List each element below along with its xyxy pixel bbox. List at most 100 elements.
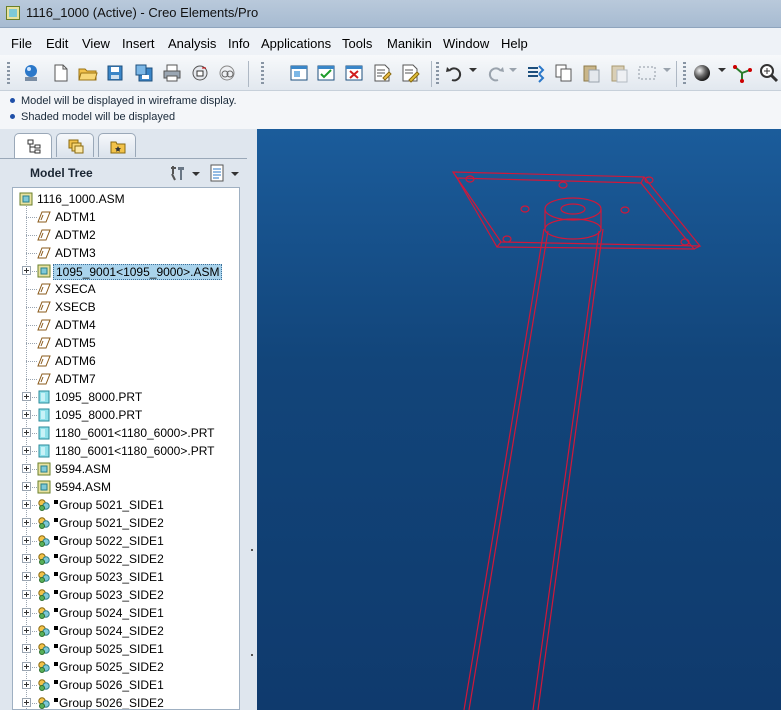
expand-icon[interactable] [22,554,31,563]
expand-icon[interactable] [22,410,31,419]
tab-model-tree[interactable] [14,133,52,159]
tree-row[interactable]: ADTM3 [13,244,239,262]
save-icon[interactable] [104,62,126,84]
paste-icon[interactable] [581,62,603,84]
expand-icon[interactable] [22,590,31,599]
tree-row[interactable]: Group 5024_SIDE1 [13,604,239,622]
expand-icon[interactable] [22,500,31,509]
menu-help[interactable]: Help [501,36,528,51]
undo-dropdown-icon[interactable] [469,68,477,72]
tree-row[interactable]: Group 5022_SIDE2 [13,550,239,568]
expand-icon[interactable] [22,626,31,635]
menu-info[interactable]: Info [228,36,250,51]
model-tree[interactable]: 1116_1000.ASM ADTM1 ADTM2 ADTM3 1095_9001<10… [12,187,240,710]
selection-box-icon[interactable] [636,62,658,84]
regenerate-icon[interactable] [371,62,393,84]
menu-tools[interactable]: Tools [342,36,372,51]
tree-row[interactable]: Group 5026_SIDE1 [13,676,239,694]
tree-row[interactable]: XSECB [13,298,239,316]
expand-icon[interactable] [22,662,31,671]
tree-row[interactable]: 1095_8000.PRT [13,388,239,406]
display-style-icon[interactable] [691,62,713,84]
tree-row[interactable]: ADTM4 [13,316,239,334]
tree-settings-dropdown-icon[interactable] [192,172,200,176]
new-icon[interactable] [50,62,72,84]
display-style-dropdown-icon[interactable] [718,68,726,72]
expand-icon[interactable] [22,446,31,455]
tree-row[interactable]: Group 5024_SIDE2 [13,622,239,640]
tree-settings-icon[interactable] [168,163,188,183]
graphics-window[interactable] [257,129,781,710]
tree-row[interactable]: 1180_6001<1180_6000>.PRT [13,442,239,460]
tree-show-icon[interactable] [208,163,228,183]
modelcheck-icon[interactable] [20,62,42,84]
menu-edit[interactable]: Edit [46,36,68,51]
tree-row[interactable]: 1116_1000.ASM [13,190,239,208]
tree-row[interactable]: ADTM2 [13,226,239,244]
tree-row[interactable]: 1180_6001<1180_6000>.PRT [13,424,239,442]
tree-row[interactable]: Group 5023_SIDE1 [13,568,239,586]
tree-row[interactable]: 9594.ASM [13,478,239,496]
window-close-icon[interactable] [343,62,365,84]
expand-icon[interactable] [22,680,31,689]
undo-icon[interactable] [444,62,466,84]
menu-view[interactable]: View [82,36,110,51]
selection-dropdown-icon[interactable] [663,68,671,72]
send-mail-icon[interactable] [189,62,211,84]
toolbar-grip[interactable] [436,62,439,84]
menu-analysis[interactable]: Analysis [168,36,216,51]
tree-row[interactable]: 1095_9001<1095_9000>.ASM [13,262,239,280]
expand-icon[interactable] [22,428,31,437]
expand-icon[interactable] [22,644,31,653]
expand-icon[interactable] [22,698,31,707]
tab-favorites[interactable] [98,133,136,157]
regenerate-manager-icon[interactable] [399,62,421,84]
tree-row[interactable]: 9594.ASM [13,460,239,478]
menu-file[interactable]: File [11,36,32,51]
tree-row[interactable]: ADTM7 [13,370,239,388]
toolbar-grip[interactable] [683,62,686,84]
menu-manikin[interactable]: Manikin [387,36,432,51]
expand-icon[interactable] [22,572,31,581]
toolbar-grip[interactable] [7,62,10,84]
save-copy-icon[interactable] [133,62,155,84]
expand-icon[interactable] [22,536,31,545]
expand-icon[interactable] [22,266,31,275]
tree-show-dropdown-icon[interactable] [231,172,239,176]
tree-row[interactable]: Group 5023_SIDE2 [13,586,239,604]
expand-icon[interactable] [22,482,31,491]
tree-row[interactable]: XSECA [13,280,239,298]
menu-insert[interactable]: Insert [122,36,155,51]
menu-applications[interactable]: Applications [261,36,331,51]
expand-icon[interactable] [22,608,31,617]
print-icon[interactable] [161,62,183,84]
redo-dropdown-icon[interactable] [509,68,517,72]
tree-row[interactable]: Group 5026_SIDE2 [13,694,239,709]
expand-icon[interactable] [22,518,31,527]
tree-row[interactable]: Group 5021_SIDE2 [13,514,239,532]
tree-row[interactable]: Group 5025_SIDE2 [13,658,239,676]
send-link-icon[interactable] [216,62,238,84]
copy-icon[interactable] [553,62,575,84]
open-icon[interactable] [77,62,99,84]
spin-center-icon[interactable] [731,62,753,84]
menu-window[interactable]: Window [443,36,489,51]
tree-row[interactable]: Group 5022_SIDE1 [13,532,239,550]
window-accept-icon[interactable] [315,62,337,84]
paste-special-icon[interactable] [609,62,631,84]
tree-row[interactable]: ADTM6 [13,352,239,370]
panel-sash[interactable] [247,129,257,710]
redo-icon[interactable] [484,62,506,84]
regenerate-model-icon[interactable] [524,62,546,84]
zoom-in-icon[interactable] [758,62,780,84]
toolbar-grip[interactable] [261,62,264,84]
window-activate-icon[interactable] [288,62,310,84]
tree-row[interactable]: 1095_8000.PRT [13,406,239,424]
tree-row[interactable]: ADTM1 [13,208,239,226]
expand-icon[interactable] [22,392,31,401]
tab-layer-tree[interactable] [56,133,94,157]
expand-icon[interactable] [22,464,31,473]
tree-row[interactable]: Group 5025_SIDE1 [13,640,239,658]
tree-row[interactable]: ADTM5 [13,334,239,352]
tree-row[interactable]: Group 5021_SIDE1 [13,496,239,514]
